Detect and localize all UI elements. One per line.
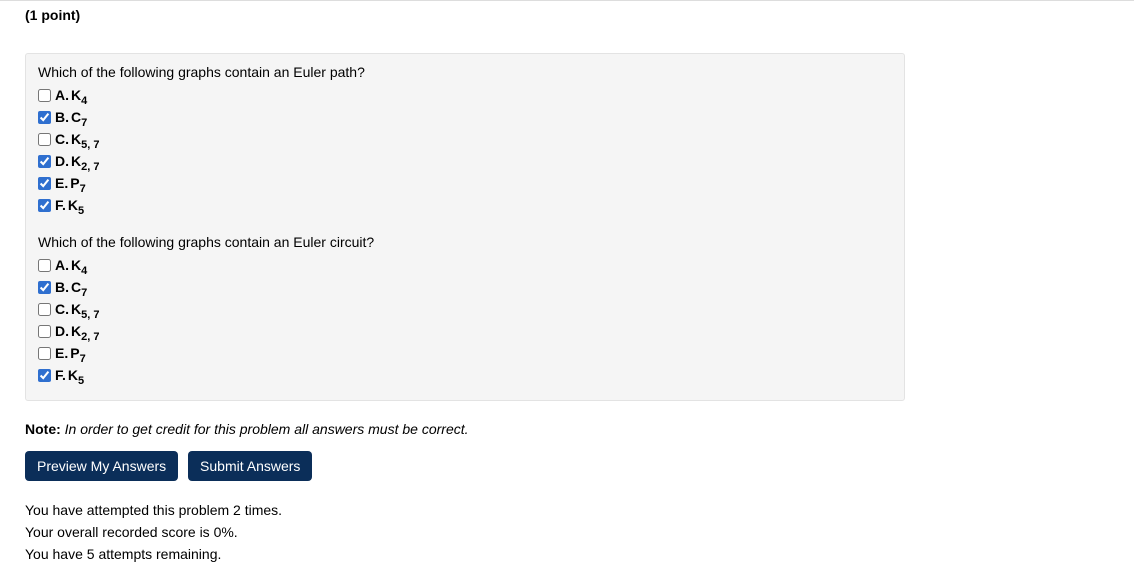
q2-checkbox-D[interactable] (38, 325, 51, 338)
graph-subscript: 7 (81, 287, 87, 299)
q1-option-row: D. K2, 7 (38, 150, 892, 172)
q1-option-row: F. K5 (38, 194, 892, 216)
q1-checkbox-D[interactable] (38, 155, 51, 168)
q2-option-row: D. K2, 7 (38, 320, 892, 342)
q2-option-row: B. C7 (38, 276, 892, 298)
graph-base: K (71, 87, 81, 103)
status-score: Your overall recorded score is 0%. (25, 521, 1134, 543)
status-remaining: You have 5 attempts remaining. (25, 543, 1134, 565)
q2-option-text: K4 (71, 254, 87, 276)
q1-option-text: P7 (70, 172, 85, 194)
q2-option-letter: A. (55, 254, 69, 276)
graph-base: P (70, 345, 79, 361)
q2-option-row: C. K5, 7 (38, 298, 892, 320)
q1-option-letter: E. (55, 172, 68, 194)
q2-option-letter: F. (55, 364, 66, 386)
q1-prompt: Which of the following graphs contain an… (38, 64, 892, 80)
status-attempts: You have attempted this problem 2 times. (25, 499, 1134, 521)
q2-option-letter: D. (55, 320, 69, 342)
graph-base: K (68, 197, 78, 213)
q2-checkbox-C[interactable] (38, 303, 51, 316)
q2-checkbox-F[interactable] (38, 369, 51, 382)
q1-options: A. K4B. C7C. K5, 7D. K2, 7E. P7F. K5 (38, 84, 892, 216)
q2-checkbox-E[interactable] (38, 347, 51, 360)
graph-subscript: 7 (80, 353, 86, 365)
q1-checkbox-B[interactable] (38, 111, 51, 124)
q2-option-text: K2, 7 (71, 320, 99, 342)
q1-checkbox-C[interactable] (38, 133, 51, 146)
q1-option-letter: F. (55, 194, 66, 216)
points-label: (1 point) (0, 0, 1134, 23)
q2-option-text: K5, 7 (71, 298, 99, 320)
button-row: Preview My Answers Submit Answers (25, 451, 1134, 481)
note-body: In order to get credit for this problem … (61, 421, 469, 437)
q2-option-letter: E. (55, 342, 68, 364)
graph-base: K (68, 367, 78, 383)
q1-checkbox-F[interactable] (38, 199, 51, 212)
q1-option-letter: B. (55, 106, 69, 128)
q1-option-text: K4 (71, 84, 87, 106)
q2-options: A. K4B. C7C. K5, 7D. K2, 7E. P7F. K5 (38, 254, 892, 386)
q1-option-letter: D. (55, 150, 69, 172)
graph-base: K (71, 301, 81, 317)
graph-subscript: 5, 7 (81, 309, 99, 321)
graph-base: C (71, 109, 81, 125)
graph-base: P (70, 175, 79, 191)
graph-subscript: 7 (80, 183, 86, 195)
q2-option-row: A. K4 (38, 254, 892, 276)
q2-option-letter: B. (55, 276, 69, 298)
q1-option-text: K2, 7 (71, 150, 99, 172)
graph-subscript: 5 (78, 375, 84, 387)
graph-subscript: 5 (78, 205, 84, 217)
problem-box: Which of the following graphs contain an… (25, 53, 905, 401)
q1-option-text: K5 (68, 194, 84, 216)
note-lead: Note: (25, 421, 61, 437)
q1-option-letter: A. (55, 84, 69, 106)
graph-base: C (71, 279, 81, 295)
q2-prompt: Which of the following graphs contain an… (38, 234, 892, 250)
q2-option-text: K5 (68, 364, 84, 386)
q1-option-row: B. C7 (38, 106, 892, 128)
q1-option-text: C7 (71, 106, 87, 128)
submit-button[interactable]: Submit Answers (188, 451, 312, 481)
graph-subscript: 2, 7 (81, 161, 99, 173)
graph-subscript: 4 (81, 265, 87, 277)
preview-button[interactable]: Preview My Answers (25, 451, 178, 481)
q2-option-row: E. P7 (38, 342, 892, 364)
graph-base: K (71, 153, 81, 169)
q2-checkbox-B[interactable] (38, 281, 51, 294)
graph-subscript: 7 (81, 117, 87, 129)
graph-subscript: 5, 7 (81, 139, 99, 151)
graph-subscript: 2, 7 (81, 331, 99, 343)
q2-option-letter: C. (55, 298, 69, 320)
q1-option-row: E. P7 (38, 172, 892, 194)
graph-base: K (71, 323, 81, 339)
q1-option-row: A. K4 (38, 84, 892, 106)
graph-subscript: 4 (81, 95, 87, 107)
q2-option-row: F. K5 (38, 364, 892, 386)
q2-option-text: C7 (71, 276, 87, 298)
q1-option-row: C. K5, 7 (38, 128, 892, 150)
q2-checkbox-A[interactable] (38, 259, 51, 272)
note-line: Note: In order to get credit for this pr… (25, 421, 1134, 437)
q2-option-text: P7 (70, 342, 85, 364)
q1-checkbox-E[interactable] (38, 177, 51, 190)
graph-base: K (71, 257, 81, 273)
q1-option-text: K5, 7 (71, 128, 99, 150)
graph-base: K (71, 131, 81, 147)
q1-option-letter: C. (55, 128, 69, 150)
q1-checkbox-A[interactable] (38, 89, 51, 102)
status-block: You have attempted this problem 2 times.… (25, 499, 1134, 565)
